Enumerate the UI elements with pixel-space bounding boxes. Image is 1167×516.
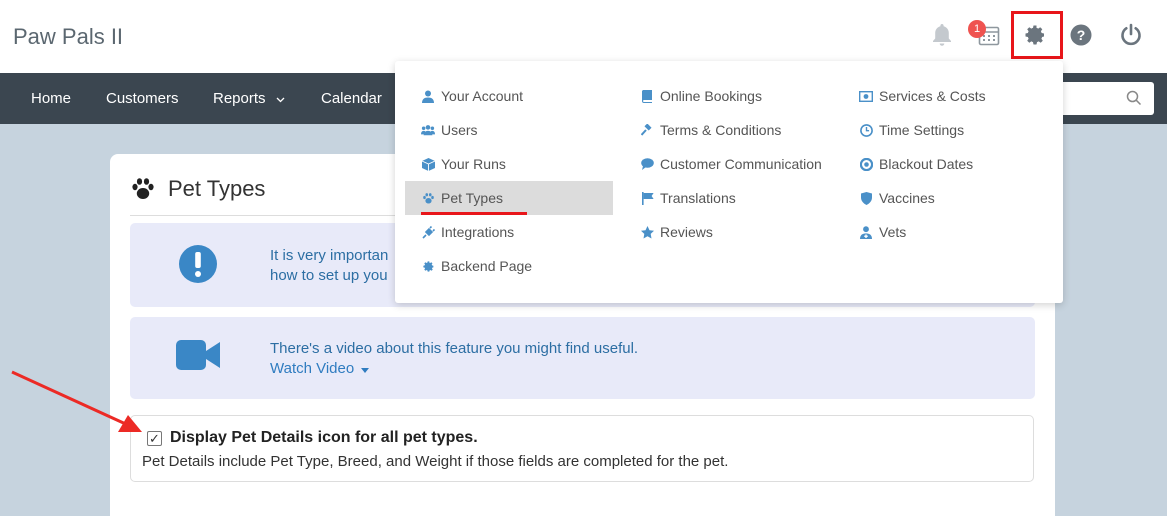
- menu-item-vaccines[interactable]: Vaccines: [843, 181, 1053, 215]
- video-camera-icon: [175, 338, 221, 377]
- watch-video-link[interactable]: Watch Video: [270, 359, 370, 379]
- menu-item-your-runs[interactable]: Your Runs: [405, 147, 613, 181]
- menu-item-vets[interactable]: Vets: [843, 215, 1053, 249]
- user-icon: [421, 89, 435, 103]
- clock-icon: [859, 123, 873, 137]
- menu-item-label: Time Settings: [879, 122, 965, 138]
- video-alert-text: There's a video about this feature you m…: [270, 340, 639, 357]
- users-icon: [421, 123, 435, 137]
- menu-item-label: Online Bookings: [660, 88, 762, 104]
- paw-icon: [130, 176, 156, 207]
- bell-icon[interactable]: [929, 22, 955, 48]
- menu-item-translations[interactable]: Translations: [624, 181, 834, 215]
- menu-item-services-costs[interactable]: Services & Costs: [843, 79, 1053, 113]
- nav-item-calendar[interactable]: Calendar: [321, 90, 382, 107]
- menu-item-label: Blackout Dates: [879, 156, 974, 172]
- menu-item-label: Your Account: [441, 88, 523, 104]
- circle-icon: [859, 157, 873, 171]
- settings-menu-column-3: Services & Costs Time Settings Blackout …: [843, 79, 1053, 249]
- menu-item-label: Services & Costs: [879, 88, 986, 104]
- shield-icon: [859, 191, 873, 205]
- exclamation-icon: [178, 244, 218, 289]
- app-title[interactable]: Paw Pals II: [13, 24, 123, 50]
- menu-item-time-settings[interactable]: Time Settings: [843, 113, 1053, 147]
- flag-icon: [640, 191, 654, 205]
- star-icon: [640, 225, 654, 239]
- gear-icon[interactable]: [1022, 22, 1048, 48]
- caret-down-icon[interactable]: [361, 359, 370, 379]
- video-alert: There's a video about this feature you m…: [130, 317, 1035, 399]
- book-icon: [640, 89, 654, 103]
- gear-icon: [421, 259, 435, 273]
- menu-item-label: Vaccines: [879, 190, 935, 206]
- menu-item-backend-page[interactable]: Backend Page: [405, 249, 613, 283]
- menu-item-pet-types[interactable]: Pet Types: [405, 181, 613, 215]
- plug-icon: [421, 225, 435, 239]
- settings-menu-column-2: Online Bookings Terms & Conditions Custo…: [624, 79, 834, 249]
- menu-item-your-account[interactable]: Your Account: [405, 79, 613, 113]
- settings-menu-column-1: Your Account Users Your Runs Pet Types I…: [405, 79, 613, 283]
- power-icon[interactable]: [1118, 22, 1144, 48]
- search-icon[interactable]: [1126, 90, 1142, 111]
- notification-badge: 1: [968, 20, 986, 38]
- doctor-icon: [859, 225, 873, 239]
- cube-icon: [421, 157, 435, 171]
- menu-item-label: Backend Page: [441, 258, 533, 274]
- menu-item-label: Reviews: [660, 224, 713, 240]
- settings-dropdown-menu: Your Account Users Your Runs Pet Types I…: [395, 61, 1063, 303]
- paw-icon: [421, 191, 435, 205]
- menu-item-label: Terms & Conditions: [660, 122, 782, 138]
- pet-details-checkbox-label[interactable]: Display Pet Details icon for all pet typ…: [170, 429, 478, 447]
- menu-item-label: Users: [441, 122, 478, 138]
- menu-item-reviews[interactable]: Reviews: [624, 215, 834, 249]
- menu-item-label: Vets: [879, 224, 907, 240]
- nav-item-customers[interactable]: Customers: [106, 90, 179, 107]
- pet-details-option: ✓ Display Pet Details icon for all pet t…: [130, 415, 1034, 482]
- watch-video-label[interactable]: Watch Video: [270, 360, 354, 377]
- svg-text:?: ?: [1077, 27, 1086, 43]
- alert-text-line2: how to set up you: [270, 267, 388, 284]
- nav-item-reports[interactable]: Reports: [213, 90, 285, 107]
- menu-item-label: Customer Communication: [660, 156, 822, 172]
- nav-item-reports-label: Reports: [213, 90, 266, 107]
- menu-item-online-bookings[interactable]: Online Bookings: [624, 79, 834, 113]
- nav-item-home[interactable]: Home: [31, 90, 71, 107]
- chevron-down-icon: [276, 90, 285, 107]
- menu-item-label: Translations: [660, 190, 736, 206]
- menu-item-customer-communication[interactable]: Customer Communication: [624, 147, 834, 181]
- menu-item-label: Integrations: [441, 224, 515, 240]
- menu-item-integrations[interactable]: Integrations: [405, 215, 613, 249]
- menu-item-label: Pet Types: [441, 190, 504, 206]
- help-icon[interactable]: ?: [1068, 22, 1094, 48]
- page-title: Pet Types: [168, 176, 266, 201]
- menu-item-terms-conditions[interactable]: Terms & Conditions: [624, 113, 834, 147]
- menu-item-label: Your Runs: [441, 156, 506, 172]
- annotation-arrow: [11, 370, 142, 432]
- alert-text-line1: It is very importan: [270, 247, 389, 264]
- pet-details-description: Pet Details include Pet Type, Breed, and…: [142, 453, 729, 470]
- comment-icon: [640, 157, 654, 171]
- menu-item-users[interactable]: Users: [405, 113, 613, 147]
- money-icon: [859, 89, 873, 103]
- gavel-icon: [640, 123, 654, 137]
- search-input[interactable]: [1060, 82, 1154, 115]
- menu-item-blackout-dates[interactable]: Blackout Dates: [843, 147, 1053, 181]
